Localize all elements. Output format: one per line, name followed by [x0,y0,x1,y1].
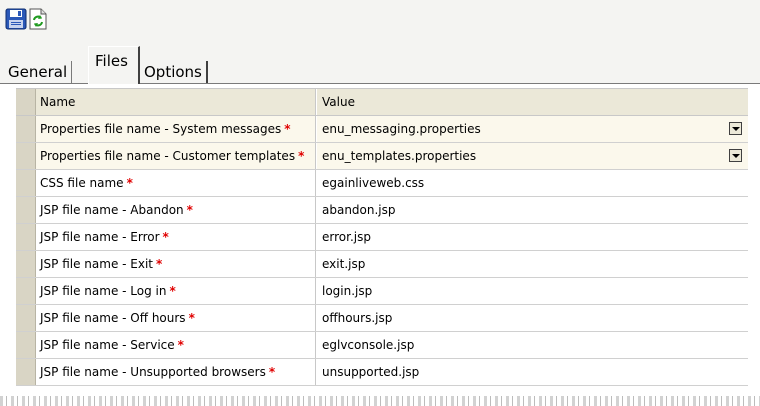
required-marker: * [186,203,193,217]
property-value[interactable]: egainliveweb.css [317,170,748,196]
row-stub[interactable] [16,224,36,250]
required-marker: * [268,365,276,379]
required-marker: * [188,311,195,325]
tab-files[interactable]: Files [88,46,140,84]
property-name: JSP file name - Log in * [36,278,316,304]
property-name: Properties file name - Customer template… [36,143,316,169]
chevron-down-icon [731,126,740,131]
property-value[interactable]: unsupported.jsp [317,359,748,385]
property-value[interactable]: enu_templates.properties [317,143,748,169]
row-stub[interactable] [16,305,36,331]
grid-row[interactable]: JSP file name - Log in * login.jsp [16,278,748,305]
row-stub[interactable] [16,359,36,385]
row-stub[interactable] [16,251,36,277]
property-value[interactable]: error.jsp [317,224,748,250]
tab-options[interactable]: Options [144,61,208,83]
property-value[interactable]: enu_messaging.properties [317,116,748,142]
grid-row[interactable]: JSP file name - Off hours * offhours.jsp [16,305,748,332]
tab-bar: General Files Options [0,44,760,84]
grid-row[interactable]: JSP file name - Service * eglvconsole.jsp [16,332,748,359]
property-name: JSP file name - Error * [36,224,316,250]
dropdown-button[interactable] [729,149,742,162]
grid-row[interactable]: Properties file name - System messages * … [16,116,748,143]
property-name: JSP file name - Service * [36,332,316,358]
property-name: JSP file name - Exit * [36,251,316,277]
property-value[interactable]: login.jsp [317,278,748,304]
required-marker: * [162,230,169,244]
row-stub[interactable] [16,116,36,142]
chevron-down-icon [731,153,740,158]
save-icon [5,8,27,30]
grid-header: Name Value [16,89,748,116]
column-header-value[interactable]: Value [317,89,748,115]
property-name: CSS file name * [36,170,316,196]
row-stub[interactable] [16,143,36,169]
grid-row[interactable]: JSP file name - Abandon * abandon.jsp [16,197,748,224]
grid-row[interactable]: JSP file name - Exit * exit.jsp [16,251,748,278]
row-stub[interactable] [16,170,36,196]
row-stub[interactable] [16,278,36,304]
property-value[interactable]: exit.jsp [317,251,748,277]
grid-row[interactable]: Properties file name - Customer template… [16,143,748,170]
toolbar [0,0,760,44]
property-name: JSP file name - Unsupported browsers * [36,359,316,385]
property-value[interactable]: abandon.jsp [317,197,748,223]
required-marker: * [169,284,176,298]
row-stub[interactable] [16,332,36,358]
refresh-icon [28,8,48,30]
required-marker: * [284,122,291,136]
row-stub [16,89,36,115]
grid-row[interactable]: JSP file name - Error * error.jsp [16,224,748,251]
dropdown-button[interactable] [729,122,742,135]
refresh-button[interactable] [26,7,50,31]
property-name: JSP file name - Abandon * [36,197,316,223]
required-marker: * [298,149,305,163]
grid-row[interactable]: JSP file name - Unsupported browsers * un… [16,359,748,386]
required-marker: * [177,338,184,352]
grid-row[interactable]: CSS file name * egainliveweb.css [16,170,748,197]
property-name: JSP file name - Off hours * [36,305,316,331]
property-name: Properties file name - System messages * [36,116,316,142]
row-stub[interactable] [16,197,36,223]
properties-grid: Name Value Properties file name - System… [16,88,748,386]
cropped-status-strip [0,396,760,406]
property-value[interactable]: offhours.jsp [317,305,748,331]
required-marker: * [126,176,133,190]
column-header-name[interactable]: Name [36,89,316,115]
save-button[interactable] [4,7,28,31]
tab-general[interactable]: General [8,61,73,83]
property-value[interactable]: eglvconsole.jsp [317,332,748,358]
required-marker: * [156,257,163,271]
